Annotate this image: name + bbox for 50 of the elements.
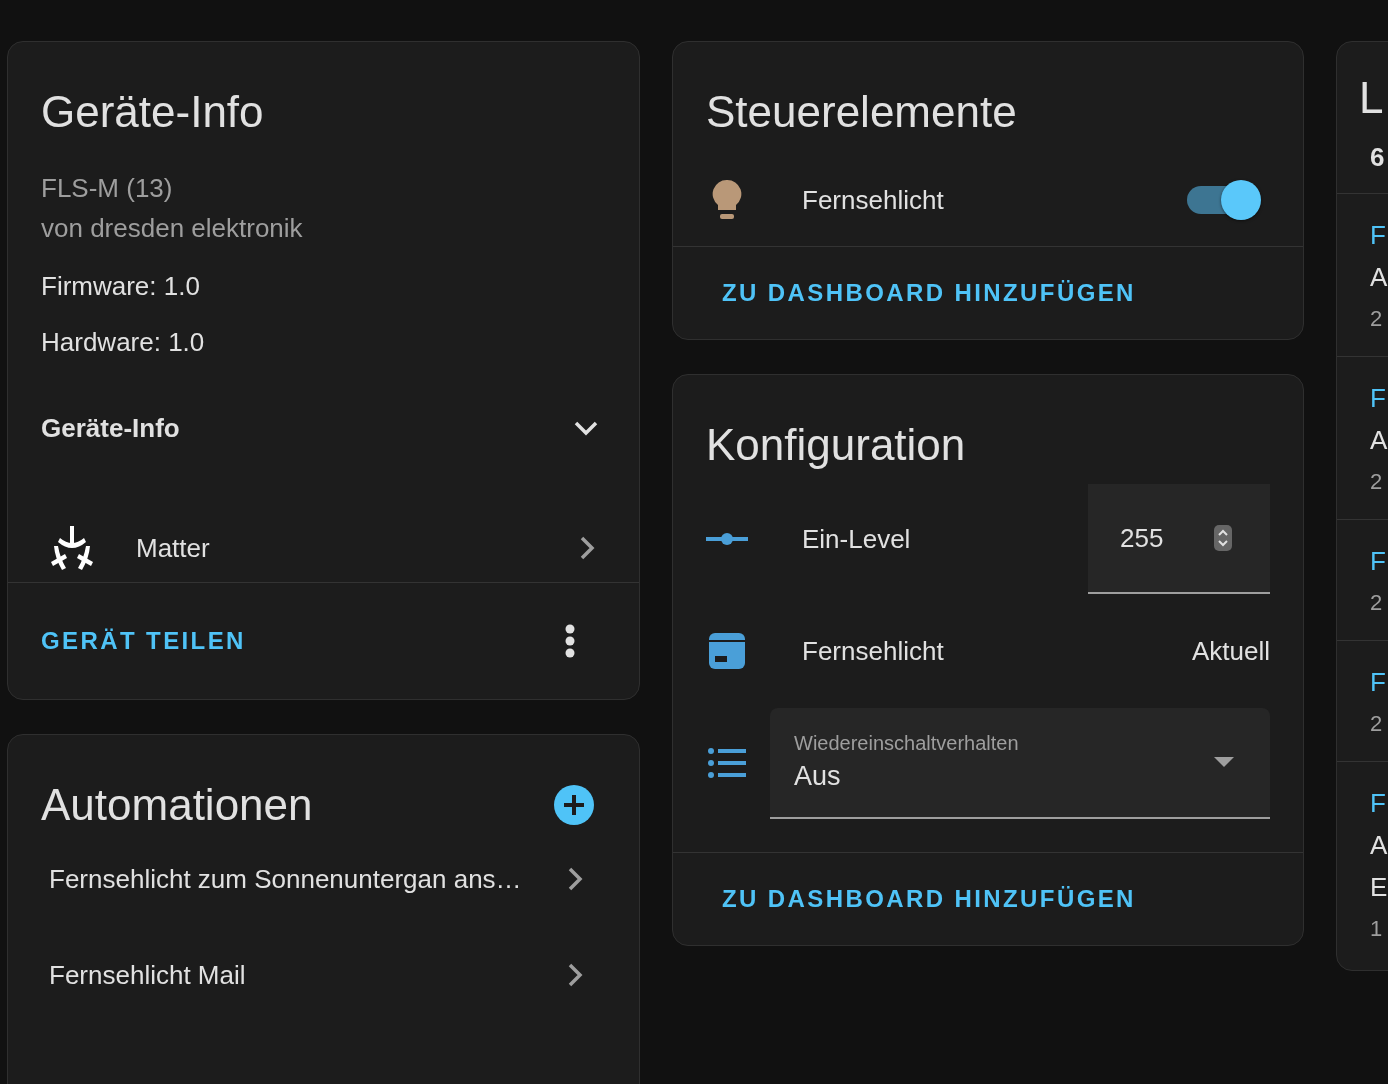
- logbook-entry-text: 2: [1370, 589, 1384, 617]
- logbook-entry-text: E: [1370, 871, 1388, 904]
- card-title: Geräte-Info: [40, 86, 265, 138]
- slider-icon: [706, 532, 748, 546]
- logbook-entry-text: A: [1370, 829, 1388, 862]
- number-field[interactable]: 255: [1088, 484, 1270, 594]
- chevron-right-icon[interactable]: [567, 962, 583, 988]
- automation-item[interactable]: Fernsehlicht zum Sonnenuntergan ans…: [8, 831, 639, 927]
- logbook-entry-title[interactable]: F: [1370, 782, 1388, 824]
- chevron-down-icon[interactable]: [573, 420, 599, 436]
- logbook-entry-text: A: [1370, 424, 1388, 457]
- card-title: Steuerelemente: [705, 86, 1018, 138]
- integration-name[interactable]: Matter: [136, 532, 579, 564]
- logbook-entry-title[interactable]: F: [1370, 214, 1388, 256]
- light-bulb-icon: [712, 179, 742, 221]
- add-to-dashboard-button[interactable]: ZU DASHBOARD HINZUFÜGEN: [706, 271, 1152, 315]
- hardware-version: Hardware: 1.0: [40, 326, 206, 359]
- card-title: Konfiguration: [705, 419, 967, 471]
- automation-item[interactable]: Fernsehlicht Mail: [8, 927, 639, 1023]
- config-name: Ein-Level: [802, 523, 912, 555]
- logbook-entry-text: 1: [1370, 915, 1384, 943]
- card-title: Automationen: [41, 779, 313, 831]
- chevron-right-icon[interactable]: [579, 535, 595, 561]
- logbook-entry-title[interactable]: F: [1370, 377, 1388, 419]
- logbook-entry-text: 2: [1370, 468, 1384, 496]
- logbook-entry-title[interactable]: F: [1370, 661, 1388, 703]
- package-icon: [708, 632, 746, 670]
- firmware-version: Firmware: 1.0: [40, 270, 201, 303]
- config-name: Fernsehlicht: [802, 635, 945, 667]
- more-options-icon[interactable]: [565, 624, 575, 658]
- logbook-entry-text: 2: [1370, 710, 1384, 738]
- entry-count: 6: [1369, 141, 1386, 174]
- entity-name: Fernsehlicht: [802, 184, 945, 216]
- list-icon: [708, 748, 746, 778]
- share-device-button[interactable]: GERÄT TEILEN: [25, 619, 262, 663]
- add-to-dashboard-button[interactable]: ZU DASHBOARD HINZUFÜGEN: [706, 877, 1152, 921]
- toggle-switch[interactable]: [1187, 180, 1261, 220]
- logbook-entry-text: 2: [1370, 305, 1384, 333]
- add-icon[interactable]: [554, 785, 594, 825]
- spinner-arrows-icon[interactable]: [1214, 525, 1232, 551]
- update-status: Aktuell: [1191, 635, 1270, 667]
- device-model: FLS-M (13): [40, 172, 174, 205]
- logbook-entry-text: A: [1370, 261, 1388, 294]
- device-manufacturer: von dresden elektronik: [40, 212, 304, 245]
- logbook-entry-title[interactable]: F: [1370, 540, 1388, 582]
- card-title: L: [1359, 72, 1384, 124]
- dropdown-arrow-icon[interactable]: [1214, 757, 1234, 767]
- select-field[interactable]: Wiedereinschaltverhalten Aus: [770, 707, 1270, 819]
- chevron-right-icon[interactable]: [567, 866, 583, 892]
- section-header[interactable]: Geräte-Info: [41, 412, 180, 444]
